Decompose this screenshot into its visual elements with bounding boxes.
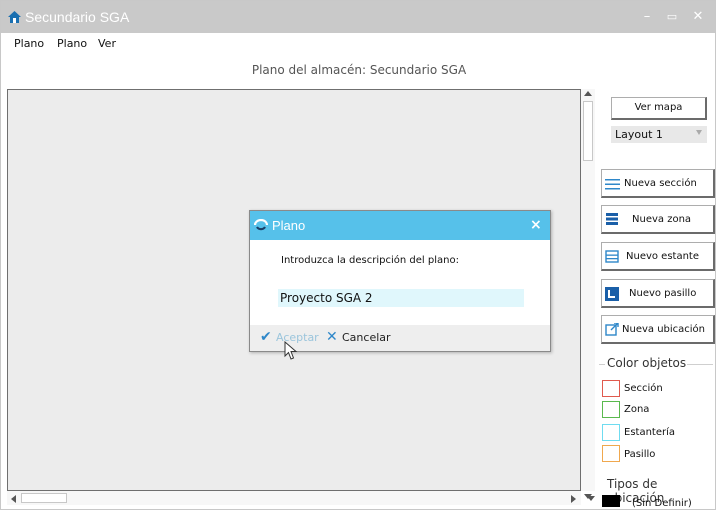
new-shelf-button[interactable]: Nuevo estante (601, 242, 715, 271)
close-icon: ✕ (326, 329, 338, 345)
check-icon: ✔ (260, 329, 272, 345)
scroll-left-icon[interactable] (11, 495, 16, 503)
scroll-up-icon[interactable] (584, 91, 592, 96)
dialog-prompt: Introduzca la descripción del plano: (281, 255, 459, 266)
plan-description-input[interactable] (278, 289, 524, 307)
shelf-icon (605, 250, 619, 263)
undefined-type-label: (Sin Definir) (632, 498, 692, 509)
vertical-scrollbar[interactable] (581, 89, 595, 499)
maximize-button[interactable]: ▭ (664, 9, 680, 25)
layout-select-value: Layout 1 (615, 128, 663, 141)
menu-bar: Plano Plano Ver (1, 33, 715, 55)
zone-color-swatch[interactable] (602, 401, 620, 418)
undefined-type-swatch[interactable] (602, 495, 620, 507)
aisle-icon (605, 287, 619, 301)
aisle-color-label: Pasillo (624, 449, 656, 460)
mouse-pointer-icon (284, 341, 298, 360)
menu-plano-2[interactable]: Plano (57, 37, 87, 50)
new-aisle-label: Nuevo pasillo (629, 288, 697, 299)
chevron-down-icon (696, 130, 702, 135)
aisle-color-swatch[interactable] (602, 445, 620, 462)
new-aisle-button[interactable]: Nuevo pasillo (601, 279, 715, 308)
layout-select[interactable]: Layout 1 (611, 126, 707, 143)
app-window: Secundario SGA – ▭ ✕ Plano Plano Ver Pla… (0, 0, 716, 510)
menu-ver[interactable]: Ver (98, 37, 116, 50)
dialog-header[interactable]: Plano × (250, 211, 550, 240)
dialog-title: Plano (272, 218, 306, 233)
dialog-close-button[interactable]: × (530, 217, 542, 233)
group-divider (687, 364, 713, 365)
new-zone-button[interactable]: Nueva zona (601, 205, 715, 234)
new-section-label: Nueva sección (624, 178, 697, 189)
stack-icon (606, 213, 618, 225)
new-shelf-label: Nuevo estante (626, 251, 700, 262)
group-divider (599, 364, 605, 365)
new-location-label: Nueva ubicación (622, 324, 706, 335)
zone-color-label: Zona (624, 404, 650, 415)
plan-dialog: Plano × Introduzca la descripción del pl… (249, 210, 551, 352)
section-color-label: Sección (624, 383, 663, 394)
house-icon (8, 11, 21, 23)
app-logo-icon (254, 219, 268, 231)
close-button[interactable]: ✕ (690, 9, 706, 25)
shelf-color-label: Estantería (624, 427, 676, 438)
new-section-button[interactable]: Nueva sección (601, 169, 715, 198)
horizontal-scrollbar[interactable] (7, 491, 581, 505)
vertical-scroll-thumb[interactable] (583, 101, 593, 161)
location-icon (605, 323, 619, 336)
color-group-title: Color objetos (607, 356, 687, 370)
section-color-swatch[interactable] (602, 380, 620, 397)
sidebar: Ver mapa Layout 1 Nueva sección Nueva zo… (599, 89, 715, 509)
menu-plano-1[interactable]: Plano (14, 37, 44, 50)
window-title: Secundario SGA (25, 9, 130, 25)
minimize-button[interactable]: – (639, 9, 655, 25)
new-location-button[interactable]: Nueva ubicación (601, 315, 715, 344)
shelf-color-swatch[interactable] (602, 424, 620, 441)
page-title: Plano del almacén: Secundario SGA (251, 63, 467, 77)
view-map-button[interactable]: Ver mapa (611, 97, 707, 120)
lines-icon (605, 179, 620, 190)
chevron-down-icon[interactable] (587, 496, 595, 501)
cancel-label: Cancelar (342, 331, 391, 344)
horizontal-scroll-thumb[interactable] (21, 493, 67, 503)
scroll-right-icon[interactable] (571, 495, 576, 503)
title-bar[interactable]: Secundario SGA – ▭ ✕ (1, 1, 715, 33)
new-zone-label: Nueva zona (632, 214, 692, 225)
